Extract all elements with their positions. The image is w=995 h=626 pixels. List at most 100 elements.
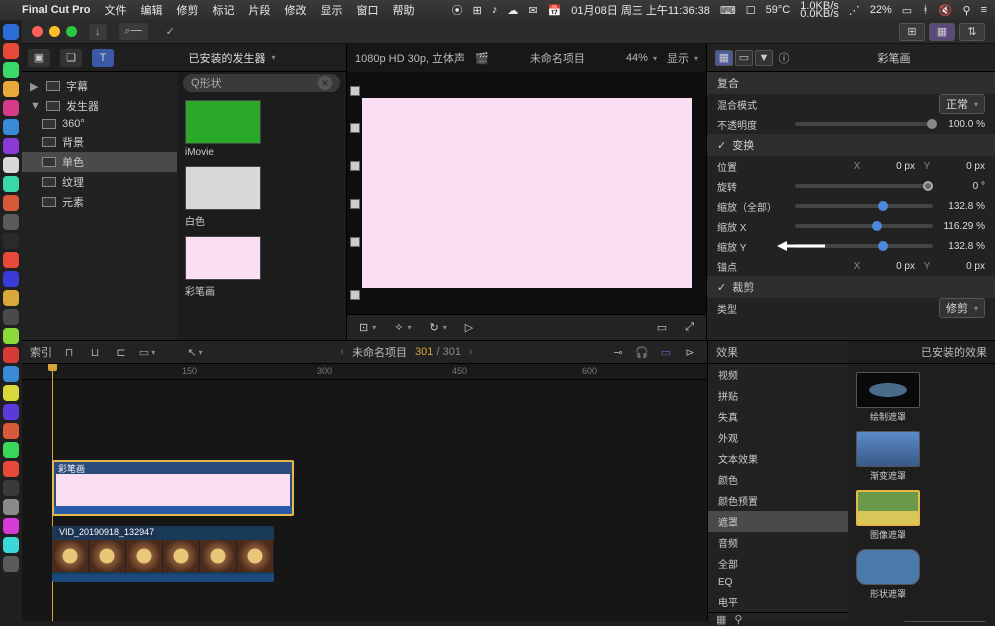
dock-app-icon[interactable] — [3, 461, 19, 477]
effects-cat-distortion[interactable]: 失真 — [708, 406, 848, 427]
dock-app-icon[interactable] — [3, 252, 19, 268]
dock-app-icon[interactable] — [3, 100, 19, 116]
dock-finder-icon[interactable] — [3, 24, 19, 40]
dock-app-icon[interactable] — [3, 157, 19, 173]
dock-app-icon[interactable] — [3, 518, 19, 534]
menu-window[interactable]: 窗口 — [356, 2, 378, 18]
layout-button-2[interactable]: ▦ — [929, 23, 955, 41]
menu-view[interactable]: 显示 — [320, 2, 342, 18]
solo-button[interactable]: ▭ — [657, 344, 675, 360]
effects-cat-tiling[interactable]: 拼贴 — [708, 385, 848, 406]
index-button[interactable]: 索引 — [30, 344, 52, 360]
generator-thumb-white[interactable]: 白色 — [185, 166, 338, 228]
effects-cat-text[interactable]: 文本效果 — [708, 448, 848, 469]
anchor-y-field[interactable]: 0 px — [939, 261, 985, 272]
transform-checkbox[interactable]: ✓ — [717, 139, 726, 152]
menu-clip[interactable]: 片段 — [248, 2, 270, 18]
dock-app-icon[interactable] — [3, 328, 19, 344]
section-crop[interactable]: ✓ 裁剪 — [707, 276, 995, 298]
effects-grid-button[interactable]: ▦ — [716, 613, 726, 626]
append-clip-button[interactable]: ⊏ — [112, 344, 130, 360]
app-name[interactable]: Final Cut Pro — [22, 4, 90, 16]
effects-search-icon[interactable]: ⚲ — [734, 613, 742, 626]
dock-app-icon[interactable] — [3, 81, 19, 97]
dock-app-icon[interactable] — [3, 176, 19, 192]
view-menu[interactable]: 显示 — [667, 50, 698, 66]
rotation-dial[interactable] — [795, 184, 933, 188]
position-y-field[interactable]: 0 px — [939, 161, 985, 172]
dock-app-icon[interactable] — [3, 347, 19, 363]
dock-app-icon[interactable] — [3, 404, 19, 420]
inspector-tab-info2[interactable]: ⓘ — [775, 50, 793, 66]
generator-thumb-imovie[interactable]: iMovie — [185, 100, 338, 158]
dock-app-icon[interactable] — [3, 214, 19, 230]
bg-task-button[interactable]: ✓ — [160, 23, 181, 40]
fullscreen-button[interactable]: ⤢ — [681, 319, 698, 336]
keyword-button[interactable]: ⌕━ — [119, 23, 148, 40]
effect-gradient-mask[interactable]: 渐变遮罩 — [856, 431, 920, 482]
dock-app-icon[interactable] — [3, 480, 19, 496]
skimming-button[interactable]: ⊸ — [609, 344, 627, 360]
dock-app-icon[interactable] — [3, 309, 19, 325]
inspector-tab-video[interactable]: ▦ — [715, 50, 733, 66]
effects-cat-eq[interactable]: EQ — [708, 574, 848, 591]
dock-app-icon[interactable] — [3, 499, 19, 515]
opacity-slider[interactable] — [795, 122, 933, 126]
section-composite[interactable]: 复合 — [707, 72, 995, 94]
menu-help[interactable]: 帮助 — [392, 2, 414, 18]
effects-cat-colorpreset[interactable]: 颜色预置 — [708, 490, 848, 511]
anchor-x-field[interactable]: 0 px — [869, 261, 915, 272]
close-window-button[interactable] — [32, 26, 43, 37]
clip-video[interactable]: VID_20190918_132947 — [52, 526, 274, 582]
play-button[interactable]: ▷ — [461, 319, 477, 336]
menu-file[interactable]: 文件 — [104, 2, 126, 18]
scale-y-slider[interactable] — [795, 244, 933, 248]
sidebar-item-backgrounds[interactable]: 背景 — [22, 132, 177, 152]
minimize-window-button[interactable] — [49, 26, 60, 37]
effects-cat-mask[interactable]: 遮罩 — [708, 511, 848, 532]
siri-icon[interactable]: ≡ — [981, 4, 987, 16]
position-x-field[interactable]: 0 px — [869, 161, 915, 172]
dock-app-icon[interactable] — [3, 119, 19, 135]
dock-app-icon[interactable] — [3, 537, 19, 553]
layout-button-1[interactable]: ⊞ — [899, 23, 925, 41]
dock-app-icon[interactable] — [3, 195, 19, 211]
loop-button[interactable]: ▭ — [653, 319, 671, 336]
sidebar-item-textures[interactable]: 纹理 — [22, 172, 177, 192]
sidebar-item-elements[interactable]: 元素 — [22, 192, 177, 212]
effects-cat-looks[interactable]: 外观 — [708, 427, 848, 448]
timeline[interactable]: 150 300 450 600 彩笔画 VID_20190918_132947 — [22, 364, 707, 621]
titles-icon[interactable]: T — [92, 49, 114, 67]
dock-app-icon[interactable] — [3, 271, 19, 287]
timeline-ruler[interactable]: 150 300 450 600 — [22, 364, 707, 380]
dock-app-icon[interactable] — [3, 442, 19, 458]
menu-mark[interactable]: 标记 — [212, 2, 234, 18]
connect-clip-button[interactable]: ⊓ — [60, 344, 78, 360]
effects-cat-levels[interactable]: 电平 — [708, 591, 848, 612]
dock-app-icon[interactable] — [3, 290, 19, 306]
zoom-menu[interactable]: 44% — [626, 52, 657, 64]
inspector-tab-info[interactable]: ▼ — [755, 50, 773, 66]
import-button[interactable]: ↓ — [89, 24, 107, 40]
overwrite-clip-button[interactable]: ▭ — [138, 344, 156, 360]
effects-cat-audio[interactable]: 音频 — [708, 532, 848, 553]
photos-icon[interactable]: ❏ — [60, 49, 82, 67]
effects-cat-video[interactable]: 视频 — [708, 364, 848, 385]
browser-title[interactable]: 已安装的发生器 — [124, 50, 340, 66]
clear-search-icon[interactable]: ✕ — [318, 76, 332, 90]
scale-all-slider[interactable] — [795, 204, 933, 208]
dock-app-icon[interactable] — [3, 556, 19, 572]
search-icon[interactable]: ⚲ — [963, 4, 971, 17]
dock-app-icon[interactable] — [3, 385, 19, 401]
dock-app-icon[interactable] — [3, 366, 19, 382]
effects-cat-all[interactable]: 全部 — [708, 553, 848, 574]
sidebar-item-generators[interactable]: ▼发生器 — [22, 96, 177, 116]
audio-skim-button[interactable]: 🎧 — [633, 344, 651, 360]
clip-generator-pastel[interactable]: 彩笔画 — [52, 460, 294, 516]
blend-mode-select[interactable]: 正常 — [939, 94, 985, 114]
insert-clip-button[interactable]: ⊔ — [86, 344, 104, 360]
library-icon[interactable]: ▣ — [28, 49, 50, 67]
menu-trim[interactable]: 修剪 — [176, 2, 198, 18]
snap-button[interactable]: ⊳ — [681, 344, 699, 360]
dock-app-icon[interactable] — [3, 423, 19, 439]
